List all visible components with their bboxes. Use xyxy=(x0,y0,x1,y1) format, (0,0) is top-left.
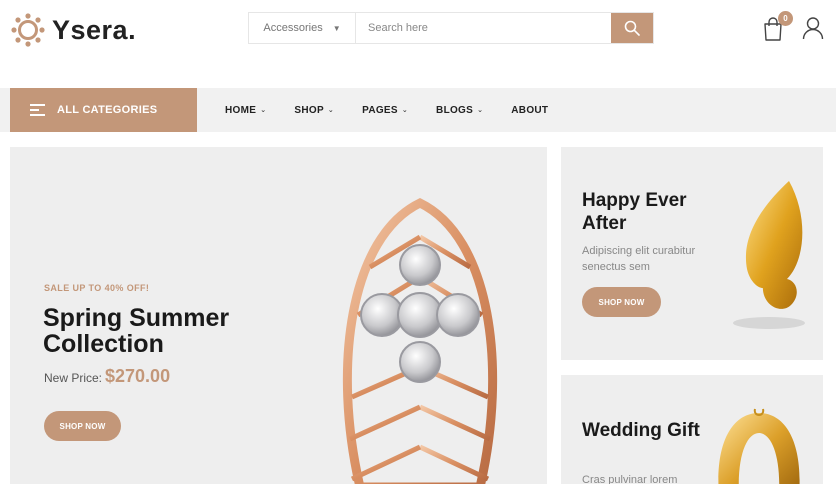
all-categories-button[interactable]: ALL CATEGORIES xyxy=(10,88,197,132)
brand-name: Ysera. xyxy=(52,14,137,45)
menu-item-label: HOME xyxy=(225,104,257,116)
promo-banner-wedding-gift[interactable]: Wedding Gift Cras pulvinar lorem xyxy=(561,375,823,484)
chevron-down-icon: ⌄ xyxy=(477,107,484,114)
all-categories-label: ALL CATEGORIES xyxy=(57,104,158,116)
menu-bars-icon xyxy=(30,104,45,116)
banner-title: Wedding Gift xyxy=(582,420,700,441)
banner-shop-now-button[interactable]: SHOP NOW xyxy=(582,287,661,317)
search-input[interactable] xyxy=(356,13,611,43)
search-bar: Accessories ▼ xyxy=(248,12,654,44)
hero-price-value: $270.00 xyxy=(105,366,171,386)
chevron-down-icon: ⌄ xyxy=(327,107,335,114)
hero-title: Spring Summer Collection xyxy=(43,304,230,358)
chevron-down-icon: ▼ xyxy=(332,23,341,33)
user-icon[interactable] xyxy=(802,16,824,40)
main-menu: HOME ⌄ SHOP ⌄ PAGES ⌄ BLOGS ⌄ ABOUT xyxy=(225,88,576,132)
gold-pendant-image xyxy=(733,181,805,329)
banner-text: Adipiscing elit curabitur senectus sem xyxy=(582,245,696,273)
menu-item-label: ABOUT xyxy=(511,104,549,116)
gold-earring-image xyxy=(718,408,800,484)
menu-item-home[interactable]: HOME ⌄ xyxy=(225,105,266,116)
ring-product-image xyxy=(342,197,498,484)
search-button[interactable] xyxy=(611,13,653,43)
cart-count-badge: 0 xyxy=(778,11,793,26)
promo-banner-happy-ever-after[interactable]: Happy Ever After Adipiscing elit curabit… xyxy=(561,147,823,360)
hero-price-label: New Price: xyxy=(44,371,103,385)
hero-shop-now-button[interactable]: SHOP NOW xyxy=(44,411,121,441)
search-category-select[interactable]: Accessories ▼ xyxy=(249,13,356,43)
chevron-down-icon: ⌄ xyxy=(260,107,267,114)
hero-sale-tag: SALE UP TO 40% OFF! xyxy=(44,283,150,293)
hero-banner: SALE UP TO 40% OFF! Spring Summer Collec… xyxy=(10,147,547,484)
menu-item-blogs[interactable]: BLOGS ⌄ xyxy=(436,105,483,116)
banner-title: Happy Ever After xyxy=(582,190,687,234)
banner-text: Cras pulvinar lorem xyxy=(582,474,678,484)
menu-item-pages[interactable]: PAGES ⌄ xyxy=(362,105,408,116)
search-icon xyxy=(624,20,640,36)
sun-logo-icon xyxy=(11,13,45,47)
search-category-value: Accessories xyxy=(263,22,323,34)
chevron-down-icon: ⌄ xyxy=(401,107,409,114)
brand-logo[interactable]: Ysera. xyxy=(10,12,136,48)
menu-item-label: SHOP xyxy=(294,104,324,116)
menu-item-about[interactable]: ABOUT xyxy=(511,105,548,116)
hero-price: New Price: $270.00 xyxy=(44,366,170,387)
menu-item-label: BLOGS xyxy=(436,104,474,116)
menu-item-shop[interactable]: SHOP ⌄ xyxy=(294,105,334,116)
menu-item-label: PAGES xyxy=(362,104,398,116)
